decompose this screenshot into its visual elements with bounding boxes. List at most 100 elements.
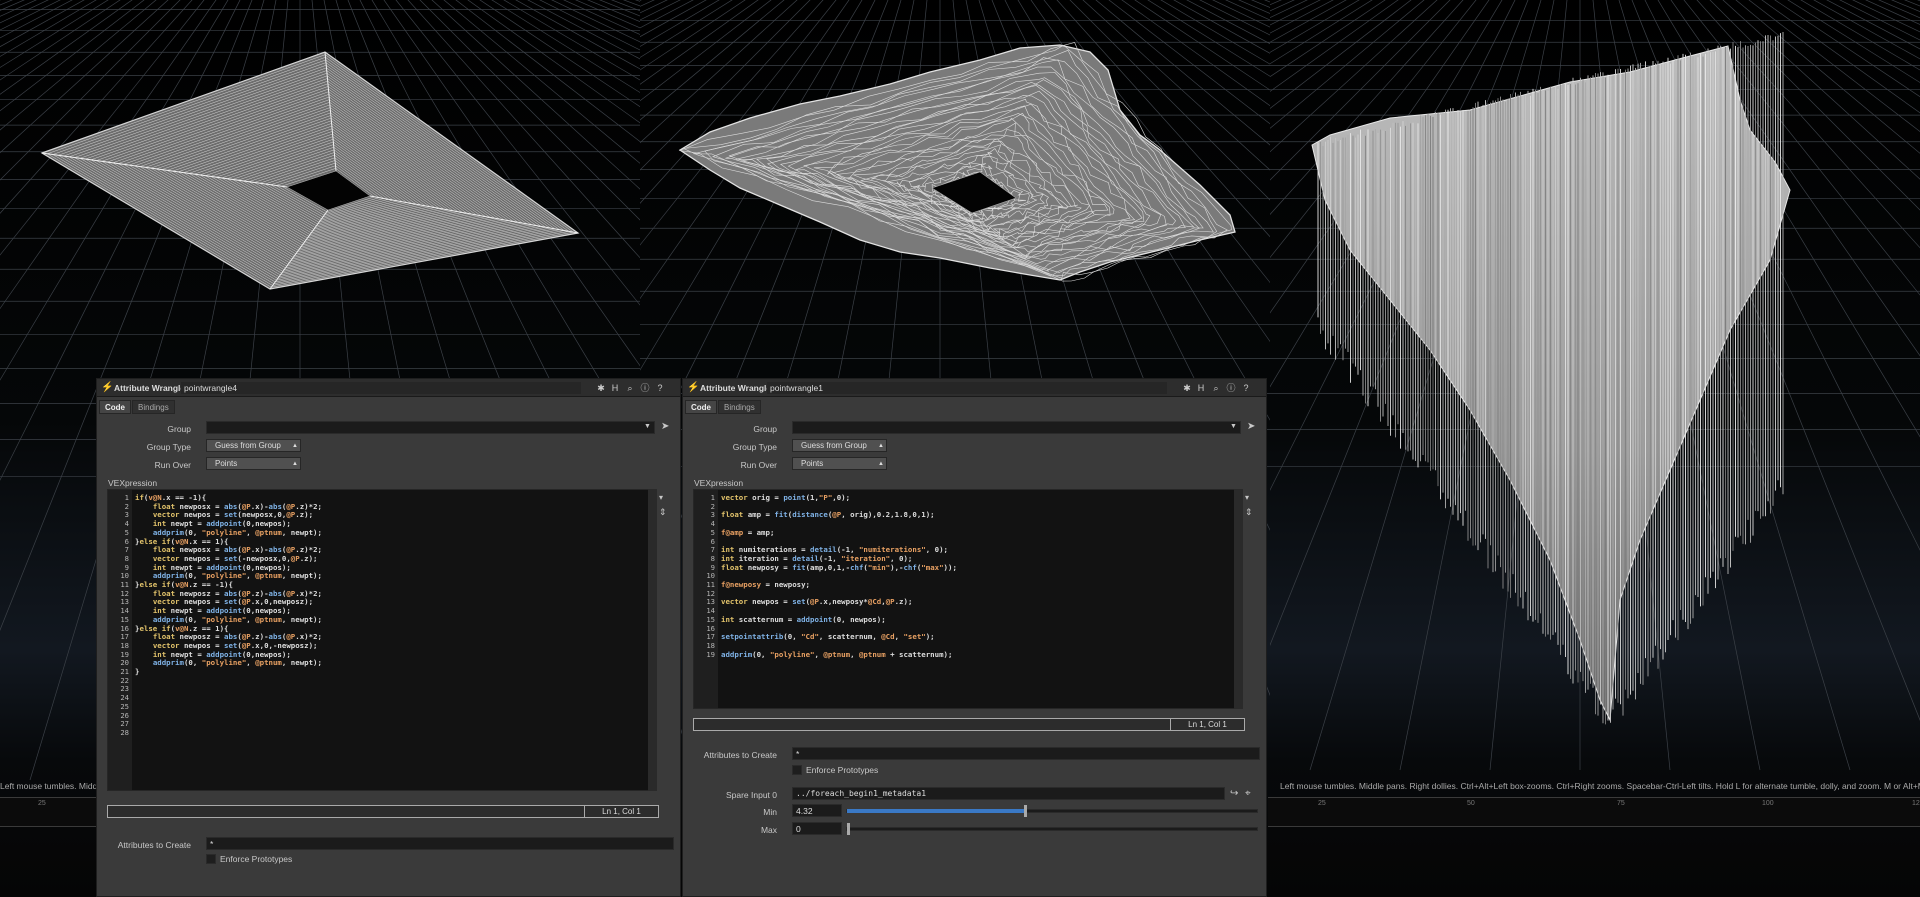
code-token: int xyxy=(152,519,167,529)
code-token: .x)- xyxy=(250,501,269,511)
info-icon[interactable]: ⓘ xyxy=(639,382,651,394)
code-token: newposy = xyxy=(743,562,793,572)
cursor-arrow-icon[interactable]: ➤ xyxy=(661,421,669,432)
code-token: @P xyxy=(241,632,251,642)
code-line: int newpt = addpoint(0,newpos); xyxy=(135,650,291,659)
code-token: , scatternum, xyxy=(818,632,882,642)
group-type-label: Group Type xyxy=(732,442,777,452)
code-token: .x == 1){ xyxy=(188,536,229,546)
viewport-right[interactable] xyxy=(1270,0,1920,897)
attributes-to-create-field[interactable]: * xyxy=(792,747,1260,760)
code-line: addprim(0, "polyline", @ptnum, @ptnum + … xyxy=(721,650,952,659)
line-number: 24 xyxy=(120,693,129,703)
line-number: 5 xyxy=(710,527,715,537)
max-field[interactable]: 0 xyxy=(792,822,842,835)
search-icon[interactable]: ⌕ xyxy=(1210,382,1222,394)
code-token: , 0); xyxy=(890,553,913,563)
tab-bindings[interactable]: Bindings xyxy=(718,400,761,414)
code-token: v@N xyxy=(175,536,189,546)
code-token: , orig),0.2,1.8,0,1); xyxy=(841,510,935,520)
attributes-to-create-field[interactable]: * xyxy=(206,837,674,850)
line-number: 12 xyxy=(120,588,129,598)
search-icon[interactable]: ⌕ xyxy=(624,382,636,394)
tab-code[interactable]: Code xyxy=(99,400,131,414)
enforce-prototypes-checkbox[interactable] xyxy=(792,765,802,775)
vex-code-editor[interactable]: 1 2 3 4 5 6 7 8 9 10 11 12 13 14 15 16 17 18 19 20 21 22 23 24 2… xyxy=(107,489,649,791)
help-icon[interactable]: ? xyxy=(654,382,666,394)
node-name-field[interactable]: pointwrangle1 xyxy=(767,382,1167,394)
code-token: .x,0,-newposz); xyxy=(250,640,318,650)
editor-scrollbar[interactable] xyxy=(1234,489,1243,709)
cursor-position: Ln 1, Col 1 xyxy=(1170,719,1244,730)
code-token: float xyxy=(152,501,176,511)
timeline-ruler-left[interactable]: 25 xyxy=(0,797,100,827)
line-number: 4 xyxy=(710,519,715,529)
jump-icon[interactable]: ↪ xyxy=(1230,788,1238,799)
vex-code-editor[interactable]: 1 2 3 4 5 6 7 8 9 10 11 12 13 14 15 16 17 18 19 vector ori… xyxy=(693,489,1235,709)
editor-status-bar: Ln 1, Col 1 xyxy=(693,718,1245,731)
insert-icon[interactable]: ⇕ xyxy=(1245,507,1253,518)
code-token: if xyxy=(135,493,144,502)
min-field[interactable]: 4.32 xyxy=(792,804,842,817)
tab-bindings[interactable]: Bindings xyxy=(132,400,175,414)
group-field[interactable] xyxy=(792,421,1241,434)
node-select-icon[interactable]: ⌖ xyxy=(1245,788,1251,799)
editor-menu-icon[interactable]: ▾ xyxy=(1245,493,1249,502)
code-line: if(v@N.x == -1){ xyxy=(135,493,206,502)
h-icon[interactable]: H xyxy=(609,382,621,394)
group-type-select[interactable]: Guess from Group ▲ xyxy=(792,439,887,452)
code-token: orig = xyxy=(747,493,784,502)
attributes-to-create-label: Attributes to Create xyxy=(703,750,777,760)
max-slider-handle[interactable] xyxy=(847,823,850,835)
gear-icon[interactable]: ✱ xyxy=(1181,382,1193,394)
code-token: .z); xyxy=(295,510,314,520)
dropdown-arrow-icon[interactable]: ▼ xyxy=(644,423,651,430)
group-field[interactable] xyxy=(206,421,655,434)
viewport-right-canvas[interactable] xyxy=(1270,0,1920,897)
code-token: newposz = xyxy=(175,632,225,642)
wrangle-node-icon: ⚡ xyxy=(687,382,700,393)
enforce-prototypes-checkbox[interactable] xyxy=(206,854,216,864)
code-token: detail xyxy=(792,553,819,563)
code-token: )); xyxy=(943,562,957,572)
min-slider[interactable] xyxy=(846,805,1258,817)
parameter-panel-pointwrangle1: ⚡ Attribute Wrangle pointwrangle1 ✱ H ⌕ … xyxy=(682,378,1267,897)
help-icon[interactable]: ? xyxy=(1240,382,1252,394)
code-token: .x,newposy* xyxy=(818,597,868,607)
max-slider[interactable] xyxy=(846,823,1258,835)
dropdown-arrow-icon[interactable]: ▼ xyxy=(1230,423,1237,430)
code-token: v@N xyxy=(148,493,162,502)
run-over-select[interactable]: Points ▲ xyxy=(792,457,887,470)
code-token: set xyxy=(224,640,238,650)
code-token: "polyline" xyxy=(201,571,247,581)
info-icon[interactable]: ⓘ xyxy=(1225,382,1237,394)
line-number: 6 xyxy=(124,536,129,546)
group-type-select[interactable]: Guess from Group ▲ xyxy=(206,439,301,452)
node-name-field[interactable]: pointwrangle4 xyxy=(181,382,581,394)
min-slider-handle[interactable] xyxy=(1024,805,1028,817)
spinner-arrows-icon: ▲ xyxy=(292,443,298,449)
spare-input-field[interactable]: ../foreach_begin1_metadata1 xyxy=(792,787,1225,800)
code-token: newpos = xyxy=(747,597,793,607)
gear-icon[interactable]: ✱ xyxy=(595,382,607,394)
tab-code[interactable]: Code xyxy=(685,400,717,414)
editor-menu-icon[interactable]: ▾ xyxy=(659,493,663,502)
code-token: int xyxy=(152,649,167,659)
code-token: , xyxy=(246,658,256,668)
code-line: float newposy = fit(amp,0,1,-chf("min"),… xyxy=(721,563,957,572)
code-token: @P xyxy=(286,588,296,598)
line-number: 14 xyxy=(120,606,129,616)
h-icon[interactable]: H xyxy=(1195,382,1207,394)
timeline-ruler-right[interactable]: 25 50 75 100 12 xyxy=(1268,797,1920,827)
insert-icon[interactable]: ⇕ xyxy=(659,507,667,518)
code-token: newposx = xyxy=(175,545,225,555)
cursor-arrow-icon[interactable]: ➤ xyxy=(1247,421,1255,432)
editor-scrollbar[interactable] xyxy=(648,489,657,791)
enforce-prototypes-label: Enforce Prototypes xyxy=(220,854,293,864)
line-number-gutter: 1 2 3 4 5 6 7 8 9 10 11 12 13 14 15 16 17 18 19 xyxy=(694,490,718,708)
run-over-select[interactable]: Points ▲ xyxy=(206,457,301,470)
